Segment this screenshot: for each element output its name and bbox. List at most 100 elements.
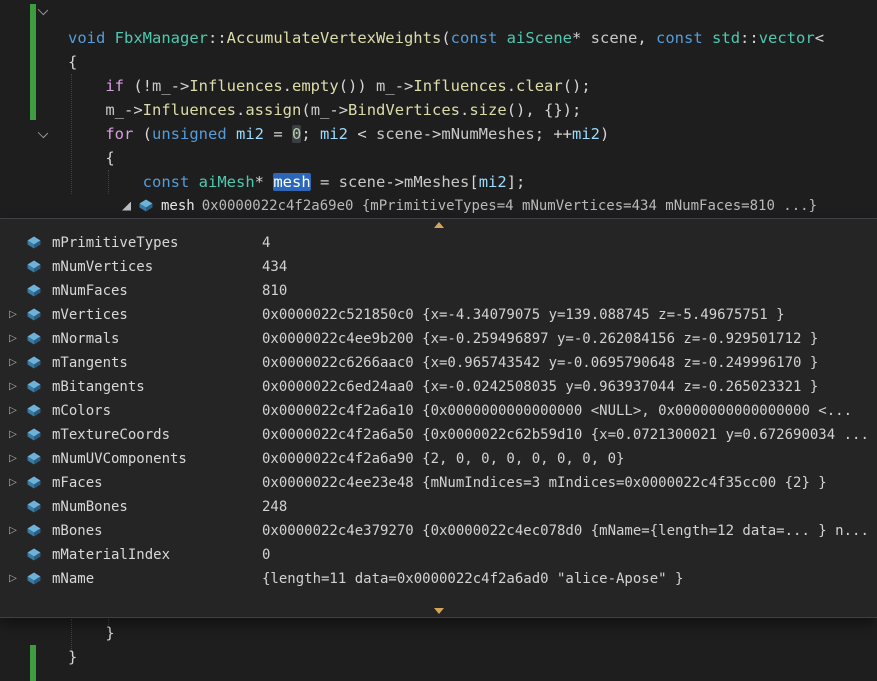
code-token: {	[68, 53, 78, 71]
code-line: void FbxManager::AccumulateVertexWeights…	[68, 26, 877, 50]
code-token: vector	[758, 29, 815, 47]
code-line: }	[68, 621, 877, 645]
code-token: scene	[338, 173, 386, 191]
datatip-member-row[interactable]: ▷ mTangents 0x0000022c6266aac0 {x=0.965743…	[0, 351, 877, 375]
code-line: const aiMesh* mesh = scene->mMeshes[mi2]…	[68, 170, 877, 194]
expander-collapsed-icon[interactable]: ▷	[7, 447, 19, 471]
datatip-member-row[interactable]: mMaterialIndex 0	[0, 543, 877, 567]
struct-icon	[26, 307, 42, 323]
struct-icon	[26, 475, 42, 491]
datatip-member-row[interactable]: ▷ mVertices 0x0000022c521850c0 {x=-4.34079…	[0, 303, 877, 327]
code-token: .	[282, 77, 293, 95]
code-token: size	[469, 101, 507, 119]
member-value: 0x0000022c6266aac0 {x=0.965743542 y=-0.0…	[262, 355, 819, 371]
code-token: .	[506, 77, 517, 95]
expander-collapsed-icon[interactable]: ▷	[7, 303, 19, 327]
expander-collapsed-icon[interactable]: ▷	[7, 351, 19, 375]
code-line: for (unsigned mi2 = 0; mi2 < scene->mNum…	[68, 122, 877, 146]
member-value: 0x0000022c4f2a6a50 {0x0000022c62b59d10 {…	[262, 427, 869, 443]
member-value: 0x0000022c4f2a6a10 {0x0000000000000000 <…	[262, 403, 853, 419]
expander-expanded-icon[interactable]	[122, 201, 131, 211]
member-name: mNormals	[52, 331, 120, 347]
code-token: FbxManager	[114, 29, 208, 47]
code-token: ->	[329, 101, 349, 119]
code-token: )	[600, 125, 610, 143]
change-tracking-bar	[30, 645, 36, 681]
scroll-up-icon[interactable]	[433, 222, 444, 228]
code-editor-bottom[interactable]: }}	[68, 621, 877, 669]
datatip-popup: mPrimitiveTypes 4 mNumVertices 434 mNumFaces…	[0, 218, 877, 618]
datatip-member-row[interactable]: mNumFaces 810	[0, 279, 877, 303]
datatip-member-list: mPrimitiveTypes 4 mNumVertices 434 mNumFaces…	[0, 231, 877, 591]
member-name: mNumBones	[52, 499, 128, 515]
datatip-member-row[interactable]: ▷ mBones 0x0000022c4e379270 {0x0000022c4ec…	[0, 519, 877, 543]
fold-chevron-down-icon[interactable]	[38, 129, 48, 139]
expander-collapsed-icon[interactable]: ▷	[7, 423, 19, 447]
datatip-member-row[interactable]: ▷ mColors 0x0000022c4f2a6a10 {0x0000000000…	[0, 399, 877, 423]
member-value: 434	[262, 259, 288, 275]
expander-collapsed-icon[interactable]: ▷	[7, 567, 19, 591]
struct-icon	[26, 427, 42, 443]
code-token: if	[105, 77, 124, 95]
code-token: unsigned	[152, 125, 227, 143]
code-token: const	[656, 29, 703, 47]
datatip-member-row[interactable]: ▷ mNumUVComponents 0x0000022c4f2a6a90 {2, …	[0, 447, 877, 471]
datatip-member-row[interactable]: ▷ mNormals 0x0000022c4ee9b200 {x=-0.259496…	[0, 327, 877, 351]
expander-collapsed-icon[interactable]: ▷	[7, 519, 19, 543]
expander-collapsed-icon[interactable]: ▷	[7, 399, 19, 423]
code-token: scene	[376, 125, 423, 143]
code-token: scene	[590, 29, 638, 47]
member-value: 4	[262, 235, 271, 251]
code-token: ;	[301, 125, 321, 143]
code-token: const	[142, 173, 190, 191]
code-token: for	[105, 125, 134, 143]
code-token: 0	[292, 125, 302, 143]
fold-chevron-down-icon[interactable]	[38, 6, 48, 16]
expander-collapsed-icon[interactable]: ▷	[7, 375, 19, 399]
expander-collapsed-icon[interactable]: ▷	[7, 471, 19, 495]
datatip-member-row[interactable]: ▷ mName {length=11 data=0x0000022c4f2a6ad0…	[0, 567, 877, 591]
datatip-member-row[interactable]: mNumBones 248	[0, 495, 877, 519]
code-line: {	[68, 50, 877, 74]
member-value: 810	[262, 283, 288, 299]
struct-icon	[26, 283, 42, 299]
member-name: mBitangents	[52, 379, 145, 395]
code-token: <	[814, 29, 825, 47]
member-value: 0x0000022c4ee23e48 {mNumIndices=3 mIndic…	[262, 475, 827, 491]
selected-variable-token[interactable]: mesh	[273, 173, 311, 191]
code-token: BindVertices	[348, 101, 461, 119]
member-value: 0x0000022c4ee9b200 {x=-0.259496897 y=-0.…	[262, 331, 819, 347]
struct-icon	[26, 331, 42, 347]
datatip-variable-value: 0x0000022c4f2a69e0 {mPrimitiveTypes=4 mN…	[201, 198, 818, 214]
datatip-member-row[interactable]: ▷ mFaces 0x0000022c4ee23e48 {mNumIndices=3…	[0, 471, 877, 495]
code-token: m_	[310, 101, 330, 119]
code-line: {	[68, 146, 877, 170]
member-name: mNumFaces	[52, 283, 128, 299]
code-token: ->	[124, 101, 143, 119]
datatip-member-row[interactable]: mNumVertices 434	[0, 255, 877, 279]
code-token: .	[236, 101, 246, 119]
code-token: <	[348, 125, 377, 143]
scroll-down-icon[interactable]	[433, 608, 444, 614]
code-token: Influences	[189, 77, 283, 95]
code-token: aiScene	[506, 29, 572, 47]
member-name: mVertices	[52, 307, 128, 323]
code-editor-top[interactable]: void FbxManager::AccumulateVertexWeights…	[68, 26, 877, 194]
datatip-member-row[interactable]: ▷ mTextureCoords 0x0000022c4f2a6a50 {0x000…	[0, 423, 877, 447]
datatip-member-row[interactable]: ▷ mBitangents 0x0000022c6ed24aa0 {x=-0.024…	[0, 375, 877, 399]
code-line: m_->Influences.assign(m_->BindVertices.s…	[68, 98, 877, 122]
code-token: void	[68, 29, 106, 47]
struct-icon	[26, 379, 42, 395]
code-token: ->	[385, 173, 405, 191]
code-token: clear	[516, 77, 563, 95]
expander-collapsed-icon[interactable]: ▷	[7, 327, 19, 351]
datatip-member-row[interactable]: mPrimitiveTypes 4	[0, 231, 877, 255]
member-value: 0x0000022c521850c0 {x=-4.34079075 y=139.…	[262, 307, 785, 323]
struct-icon	[26, 571, 42, 587]
datatip-root-row[interactable]: mesh 0x0000022c4f2a69e0 {mPrimitiveTypes…	[122, 194, 817, 218]
member-name: mName	[52, 571, 95, 587]
